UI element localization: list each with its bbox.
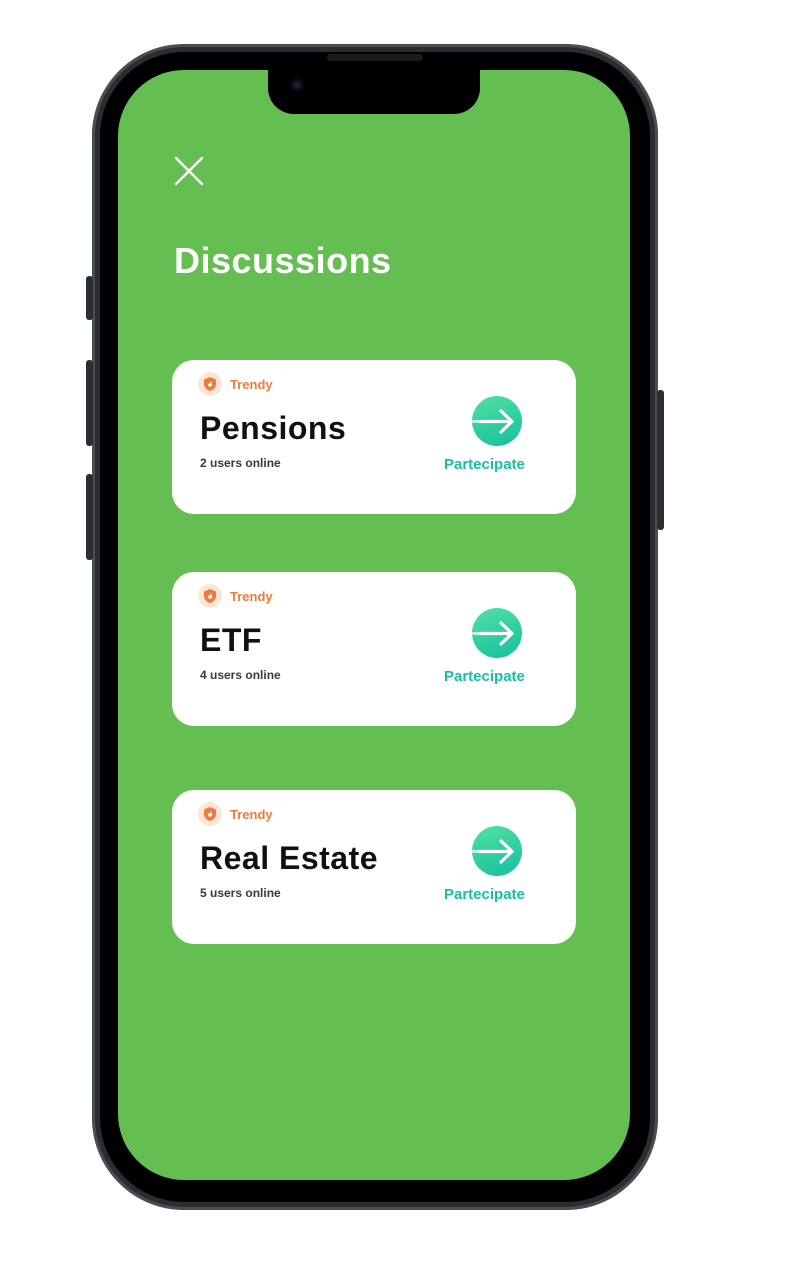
trendy-label: Trendy	[230, 376, 273, 392]
front-camera	[291, 79, 303, 91]
earpiece-speaker	[327, 54, 423, 61]
trendy-label: Trendy	[230, 806, 273, 822]
users-online-count: 4 users online	[200, 668, 281, 682]
discussion-card-pensions[interactable]: Trendy Pensions 2 users online Partecipa…	[172, 360, 576, 514]
arrow-right-icon	[438, 621, 514, 646]
participate-arrow-button[interactable]	[438, 606, 532, 662]
trendy-badge: Trendy	[198, 802, 273, 826]
participate-link[interactable]: Partecipate	[444, 456, 525, 473]
discussion-topic: Pensions	[200, 410, 347, 446]
app-screen: Discussions Trendy Pensions 2 users onli…	[118, 70, 630, 1180]
silent-switch	[86, 276, 93, 320]
close-icon	[174, 156, 204, 186]
trendy-label: Trendy	[230, 588, 273, 604]
discussion-topic: Real Estate	[200, 840, 379, 876]
close-button[interactable]	[174, 156, 204, 186]
power-button	[657, 390, 664, 530]
users-online-count: 5 users online	[200, 886, 281, 900]
participate-link[interactable]: Partecipate	[444, 668, 525, 685]
discussion-topic: ETF	[200, 622, 262, 658]
users-online-count: 2 users online	[200, 456, 281, 470]
participate-arrow-button[interactable]	[438, 824, 532, 880]
arrow-right-icon	[438, 839, 514, 864]
shield-flame-icon	[198, 372, 222, 396]
arrow-right-icon	[438, 409, 514, 434]
shield-flame-icon	[198, 802, 222, 826]
trendy-badge: Trendy	[198, 372, 273, 396]
page-title: Discussions	[174, 240, 392, 281]
volume-down-button	[86, 474, 93, 560]
trendy-badge: Trendy	[198, 584, 273, 608]
volume-up-button	[86, 360, 93, 446]
shield-flame-icon	[198, 584, 222, 608]
participate-link[interactable]: Partecipate	[444, 886, 525, 903]
notch	[268, 70, 480, 114]
participate-arrow-button[interactable]	[438, 394, 532, 450]
discussion-card-real-estate[interactable]: Trendy Real Estate 5 users online Partec…	[172, 790, 576, 944]
discussion-card-etf[interactable]: Trendy ETF 4 users online Partecipate	[172, 572, 576, 726]
